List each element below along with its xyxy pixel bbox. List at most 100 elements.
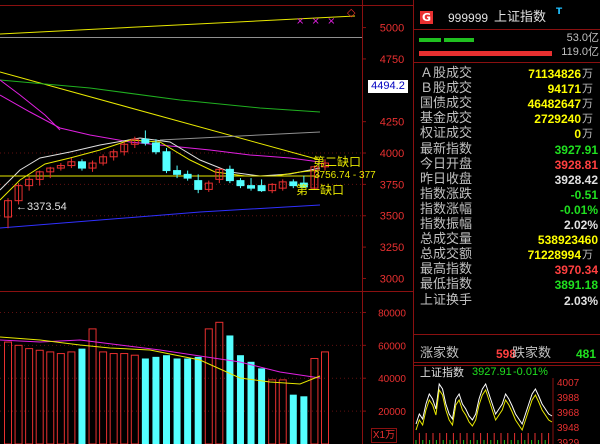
mini-chart-value: 3927.91 <box>472 366 512 378</box>
volume-bar-down <box>163 355 170 444</box>
stat-label: 指数涨跌 <box>420 187 473 202</box>
up-count-value: 598 <box>495 347 516 361</box>
volume-bar-down <box>78 348 86 444</box>
price-badge: 4494.2 <box>368 80 408 93</box>
volume-bar-down <box>194 356 202 444</box>
candle-body-down <box>173 170 182 175</box>
stat-value: 2.02% <box>563 218 598 232</box>
stat-label: 最低指数 <box>420 277 473 292</box>
volume-bar-up <box>204 328 213 444</box>
stat-label: 指数涨幅 <box>420 202 473 217</box>
stat-label: Ａ股成交 <box>420 66 473 81</box>
g-tag: G <box>420 11 433 24</box>
stock-terminal: 5000 4750 4250 4000 3750 3500 3250 3000 80000 600… <box>0 0 600 444</box>
stat-label: 总成交量 <box>420 232 473 247</box>
low-point-label: ←3373.54 <box>16 201 67 213</box>
stock-code: 999999 <box>448 11 489 25</box>
stat-label: 指数振幅 <box>420 217 473 232</box>
stat-label: Ｂ股成交 <box>420 81 473 96</box>
candle-body-down <box>236 180 245 187</box>
volume-bar-up <box>130 354 139 444</box>
volume-bar-up <box>109 353 118 444</box>
stat-unit: 万 <box>582 82 593 95</box>
mini-axis-label: 3968 <box>557 408 580 419</box>
down-count-value: 481 <box>575 347 596 361</box>
buy-volume-bar <box>444 38 474 42</box>
stat-value: 71134826 <box>528 67 581 81</box>
price-tick-label: 3250 <box>380 242 404 254</box>
stat-value: 2729240 <box>534 112 581 126</box>
stat-unit: 万 <box>582 67 593 80</box>
mini-chart-title: 上证指数 <box>420 366 464 379</box>
candle-body-down <box>77 161 86 169</box>
stat-value: 3891.18 <box>554 278 598 292</box>
window-menu-icon[interactable]: ◇ <box>347 7 355 18</box>
down-count-label: 跌家数 <box>512 346 552 361</box>
candle-body-down <box>141 138 150 144</box>
candle-body-down <box>151 142 160 153</box>
stat-value: 0 <box>574 127 581 141</box>
stock-name: 上证指数 <box>494 10 547 25</box>
stat-value: -0.51 <box>570 188 598 202</box>
volume-bar-up <box>35 349 44 444</box>
stat-value: 3928.81 <box>554 158 598 172</box>
volume-bar-down <box>258 368 266 444</box>
trendline-yellow <box>0 71 321 161</box>
stat-value: 2.03% <box>563 294 598 308</box>
stat-value: -0.01% <box>559 203 598 217</box>
volume-bar-up <box>67 351 76 444</box>
marker-icons: × × × <box>296 16 338 27</box>
candle-body-down <box>225 168 234 182</box>
volume-bar-down <box>226 335 234 444</box>
stat-label: 昨日收盘 <box>420 172 473 187</box>
mini-axis-label: 3948 <box>557 423 580 434</box>
volume-bar-down <box>141 358 149 444</box>
stat-unit: 万 <box>582 127 593 140</box>
volume-unit-label: X1万 <box>371 428 397 443</box>
volume-bar-up <box>215 321 224 444</box>
stat-unit: 万 <box>582 112 593 125</box>
price-tick-label: 5000 <box>380 23 404 35</box>
vol-ma-yellow <box>0 336 321 385</box>
volume-bar-down <box>289 394 297 444</box>
volume-bar-up <box>56 353 65 444</box>
volume-bar-up <box>99 351 108 444</box>
volume-bar-up <box>46 351 55 444</box>
mini-axis-label: 4007 <box>557 378 580 389</box>
stat-value: 94171 <box>547 82 581 96</box>
price-tick-label: 3000 <box>380 273 404 285</box>
price-tick-label: 3500 <box>380 211 404 223</box>
stat-value: 3927.91 <box>554 143 598 157</box>
volume-bar-down <box>236 355 244 444</box>
stat-value: 538923460 <box>537 233 598 247</box>
volume-bar-up <box>120 353 129 444</box>
volume-bar-up <box>310 357 319 444</box>
volume-bar-down <box>247 361 255 444</box>
ma-magenta <box>0 94 321 163</box>
price-tick-label: 3750 <box>380 179 404 191</box>
stat-value: 3928.42 <box>554 173 598 187</box>
volume-bar-up <box>25 348 34 444</box>
volume-bar-up <box>321 351 329 444</box>
stat-label: 最新指数 <box>420 142 473 157</box>
stat-label: 最高指数 <box>420 262 473 277</box>
price-tick-label: 4750 <box>380 54 404 66</box>
buy-volume-bar <box>419 38 441 42</box>
mini-axis-label: 3929 <box>557 438 580 444</box>
stat-label: 权证成交 <box>420 126 473 141</box>
candle-body-down <box>194 180 203 190</box>
stat-label: 基金成交 <box>420 111 473 126</box>
vol-tick-label: 20000 <box>378 407 406 418</box>
volume-bar-up <box>268 379 277 444</box>
volume-bar-up <box>14 344 23 444</box>
mini-chart-pct: -0.01% <box>513 366 548 378</box>
ma-magenta-2 <box>0 79 61 131</box>
ma-gray <box>159 131 321 141</box>
mini-axis-label: 3988 <box>557 393 580 404</box>
stat-label: 总成交额 <box>420 247 473 262</box>
stock-name-mark: T <box>556 7 563 17</box>
volume-bar-down <box>152 356 160 444</box>
vol-tick-label: 40000 <box>378 374 406 385</box>
vol-tick-label: 80000 <box>378 308 406 319</box>
stat-label: 上证换手 <box>420 293 473 308</box>
